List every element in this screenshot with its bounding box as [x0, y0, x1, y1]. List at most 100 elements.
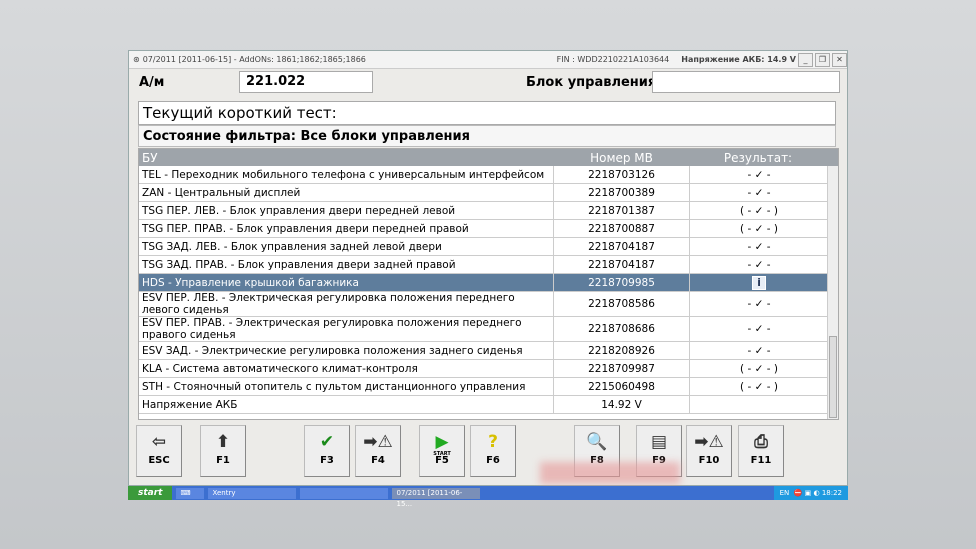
task-xentry[interactable]: Xentry [208, 487, 297, 499]
result-text: ( - ✓ - ) [740, 362, 778, 375]
printer-icon: ⎙ [754, 432, 768, 452]
fkey-f6-button[interactable]: ? F6 [470, 425, 516, 477]
ecu-name: TSG ПЕР. ЛЕВ. - Блок управления двери пе… [139, 202, 554, 219]
minimize-button[interactable]: _ [798, 52, 813, 67]
ecu-name: HDS - Управление крышкой багажника [139, 274, 554, 291]
fkey-f11-button[interactable]: ⎙ F11 [738, 425, 784, 477]
result: - ✓ - [690, 256, 829, 273]
fin: FIN : WDD2210221A103644 [556, 55, 670, 64]
clock: 18:22 [821, 489, 842, 497]
scrollbar[interactable] [827, 166, 838, 419]
result: - ✓ - [690, 238, 829, 255]
table-row[interactable]: ZAN - Центральный дисплей 2218700389 - ✓ - [139, 184, 838, 202]
result: ( - ✓ - ) [690, 378, 829, 395]
help-icon: ? [488, 432, 498, 452]
taskbar: start ⌨ Xentry 07/2011 [2011-06-15... EN… [128, 486, 848, 508]
result-text: - ✓ - [747, 298, 771, 310]
result: i [690, 274, 829, 291]
result-text: - ✓ - [747, 186, 771, 199]
magnifier-icon: 🔍 [586, 432, 608, 452]
ecu-name: TSG ЗАД. ПРАВ. - Блок управления двери з… [139, 256, 554, 273]
ecu-name: ESV ПЕР. ПРАВ. - Электрическая регулиров… [139, 317, 554, 341]
ecu-field[interactable] [652, 71, 840, 93]
ecu-name: ZAN - Центральный дисплей [139, 184, 554, 201]
mb-number: 2218708686 [554, 317, 690, 341]
result-text: - ✓ - [747, 240, 771, 253]
mb-number: 2218704187 [554, 256, 690, 273]
fkey-f4-button[interactable]: ➡⚠ F4 [355, 425, 401, 477]
start-button[interactable]: start [128, 486, 173, 500]
ecu-name: TEL - Переходник мобильного телефона с у… [139, 166, 554, 183]
vehicle-field[interactable]: 221.022 [239, 71, 373, 93]
fkey-f1-button[interactable]: ⬆ F1 [200, 425, 246, 477]
task-blank[interactable] [300, 487, 389, 499]
battery-voltage: Напряжение АКБ: 14.9 V [681, 55, 796, 64]
mb-number: 2218700389 [554, 184, 690, 201]
vehicle-label: А/м [139, 75, 165, 90]
ecu-table: БУ Номер МВ Результат: TEL - Переходник … [138, 148, 839, 420]
fkey-esc-button[interactable]: ⇦ ESC [136, 425, 182, 477]
info-icon[interactable]: i [752, 275, 766, 290]
result: ( - ✓ - ) [690, 220, 829, 237]
scrollbar-thumb[interactable] [829, 336, 837, 418]
ecu-name: KLA - Система автоматического климат-кон… [139, 360, 554, 377]
fkey-label: F11 [750, 455, 772, 466]
fkey-label: F3 [320, 455, 334, 466]
color-document-icon: ▤ [650, 432, 668, 452]
fkey-label: F6 [486, 455, 500, 466]
result: - ✓ - [690, 184, 829, 201]
table-row[interactable]: STH - Стояночный отопитель с пультом дис… [139, 378, 838, 396]
result-text: - ✓ - [747, 344, 771, 357]
exit-door-icon: ⇦ [151, 432, 167, 452]
close-button[interactable]: ✕ [832, 52, 847, 67]
table-row[interactable]: TSG ПЕР. ЛЕВ. - Блок управления двери пе… [139, 202, 838, 220]
table-row[interactable]: KLA - Система автоматического климат-кон… [139, 360, 838, 378]
result: ( - ✓ - ) [690, 202, 829, 219]
ecu-name: TSG ПЕР. ПРАВ. - Блок управления двери п… [139, 220, 554, 237]
ecu-name: ESV ПЕР. ЛЕВ. - Электрическая регулировк… [139, 292, 554, 316]
table-row[interactable]: ESV ПЕР. ПРАВ. - Электрическая регулиров… [139, 317, 838, 342]
xentry-window: ⊛ 07/2011 [2011-06-15] - AddONs: 1861;18… [128, 50, 848, 486]
fkey-label: F4 [371, 455, 385, 466]
mb-number: 2215060498 [554, 378, 690, 395]
mb-number: 14.92 V [554, 396, 690, 413]
result-text: ( - ✓ - ) [740, 204, 778, 217]
restore-button[interactable]: ❐ [815, 52, 830, 67]
table-row[interactable]: Напряжение АКБ 14.92 V [139, 396, 838, 414]
start-sublabel: START [433, 451, 451, 457]
ecu-name: STH - Стояночный отопитель с пультом дис… [139, 378, 554, 395]
table-row[interactable]: TSG ЗАД. ПРАВ. - Блок управления двери з… [139, 256, 838, 274]
result-text: - ✓ - [747, 168, 771, 181]
warning-transfer-icon: ➡⚠ [363, 432, 393, 452]
table-row[interactable]: TSG ПЕР. ПРАВ. - Блок управления двери п… [139, 220, 838, 238]
obscured-area [540, 462, 680, 484]
system-tray: EN ⛔ ▣ ◐ 18:22 [773, 486, 848, 500]
language[interactable]: EN [780, 489, 790, 497]
arrow-up-icon: ⬆ [215, 432, 231, 452]
task-window[interactable]: 07/2011 [2011-06-15... [392, 487, 481, 508]
current-test-title: Текущий короткий тест: [138, 101, 836, 125]
fkey-f10-button[interactable]: ➡⚠ F10 [686, 425, 732, 477]
fkey-f3-button[interactable]: ✔ F3 [304, 425, 350, 477]
fkey-label: ESC [148, 455, 170, 466]
table-row[interactable]: ESV ЗАД. - Электрические регулировка пол… [139, 342, 838, 360]
mb-number: 2218700887 [554, 220, 690, 237]
table-row[interactable]: TEL - Переходник мобильного телефона с у… [139, 166, 838, 184]
mb-number: 2218208926 [554, 342, 690, 359]
mb-number: 2218703126 [554, 166, 690, 183]
keyboard-icon[interactable]: ⌨ [176, 487, 205, 499]
window-title: 07/2011 [2011-06-15] - AddONs: 1861;1862… [142, 55, 366, 64]
mb-number: 2218709985 [554, 274, 690, 291]
ecu-name: Напряжение АКБ [139, 396, 554, 413]
fault-transfer-icon: ➡⚠ [694, 432, 724, 452]
table-row[interactable]: HDS - Управление крышкой багажника 221870… [139, 274, 838, 292]
mercedes-logo-icon: ⊛ [133, 55, 140, 64]
fkey-label: F1 [216, 455, 230, 466]
fkey-label: F10 [698, 455, 720, 466]
col-result: Результат: [723, 150, 793, 165]
table-row[interactable]: ESV ПЕР. ЛЕВ. - Электрическая регулировк… [139, 292, 838, 317]
fkey-f5-button[interactable]: ▶ START F5 [419, 425, 465, 477]
result: - ✓ - [690, 166, 829, 183]
table-row[interactable]: TSG ЗАД. ЛЕВ. - Блок управления задней л… [139, 238, 838, 256]
mb-number: 2218709987 [554, 360, 690, 377]
